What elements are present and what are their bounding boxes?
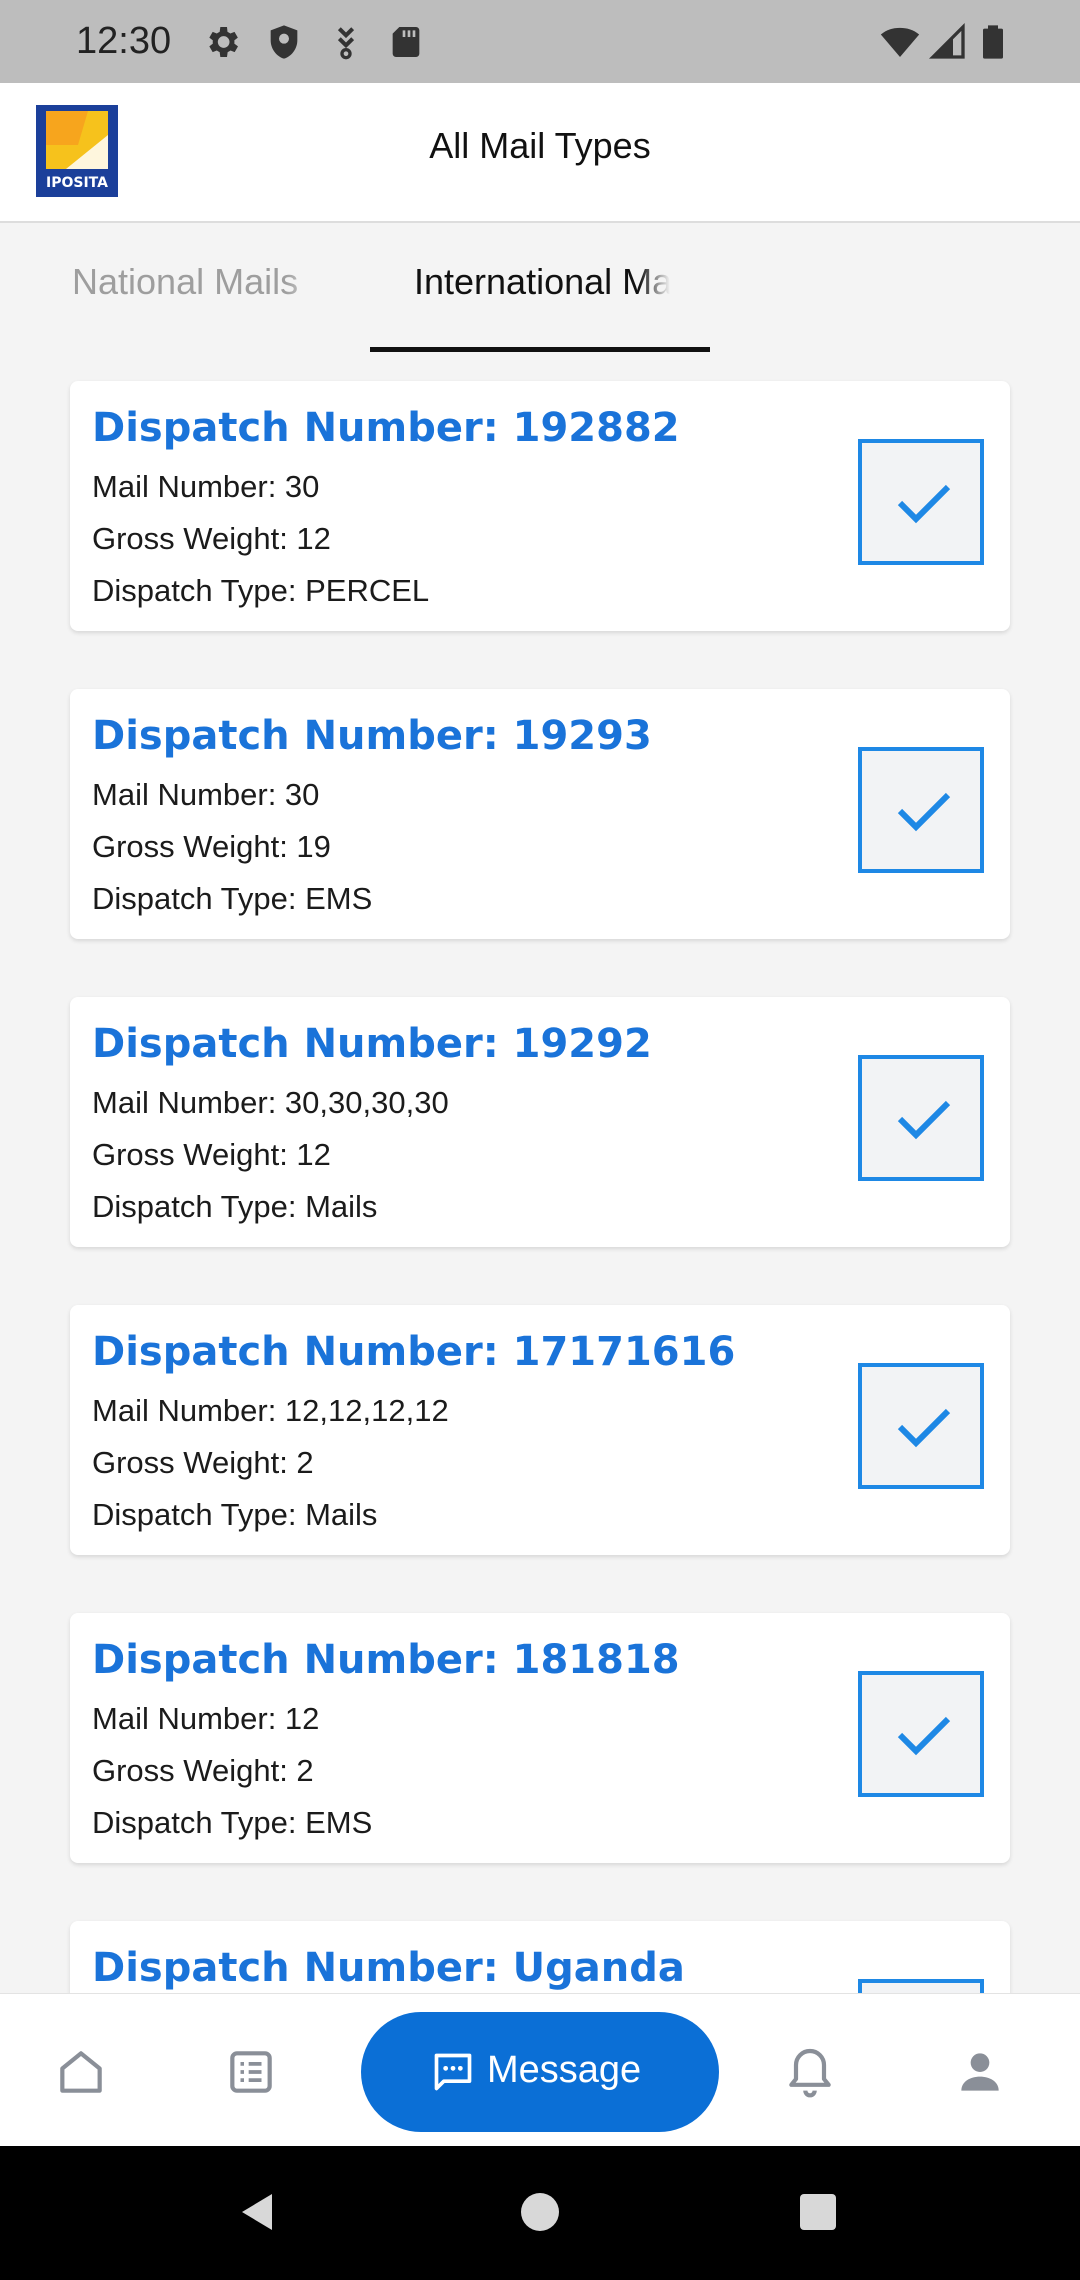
system-navigation-bar [0, 2146, 1080, 2280]
check-icon [897, 1100, 951, 1140]
signal-icon [928, 22, 968, 62]
gross-weight: Gross Weight: 2 [92, 1753, 314, 1788]
bell-icon[interactable] [782, 2044, 838, 2100]
dispatch-title: Dispatch Number: 181818 [92, 1637, 680, 1683]
mail-number: Mail Number: 12,12,12,12 [92, 1393, 449, 1428]
mail-number: Mail Number: 30,30,30,30 [92, 1085, 449, 1120]
wifi-icon [880, 22, 920, 62]
tab-bar: National Mails International Mails [0, 223, 1080, 353]
mail-number: Mail Number: 12 [92, 1701, 320, 1736]
dispatch-checkbox[interactable] [858, 1055, 984, 1181]
dispatch-title: Dispatch Number: 192882 [92, 405, 680, 451]
recents-icon[interactable] [794, 2188, 842, 2236]
home-circle-icon[interactable] [516, 2188, 564, 2236]
battery-icon [973, 22, 1013, 62]
check-icon [897, 1408, 951, 1448]
message-label: Message [487, 2049, 642, 2091]
message-button[interactable]: Message [361, 2012, 719, 2132]
sd-card-icon [386, 22, 426, 62]
check-icon [897, 484, 951, 524]
dispatch-title: Dispatch Number: 19292 [92, 1021, 652, 1067]
dispatch-list[interactable]: Dispatch Number: 192882 Mail Number: 30 … [0, 353, 1080, 1993]
tab-national-mails[interactable]: National Mails [72, 261, 324, 303]
dispatch-card[interactable]: Dispatch Number: Uganda [70, 1921, 1010, 1993]
dispatch-checkbox[interactable] [858, 747, 984, 873]
dispatch-checkbox[interactable] [858, 439, 984, 565]
check-icon [897, 792, 951, 832]
check-icon [897, 1716, 951, 1756]
gross-weight: Gross Weight: 12 [92, 521, 331, 556]
dispatch-checkbox[interactable] [858, 1363, 984, 1489]
mail-number: Mail Number: 30 [92, 777, 320, 812]
page-title: All Mail Types [429, 125, 651, 166]
dispatch-type: Dispatch Type: EMS [92, 1805, 373, 1840]
status-time: 12:30 [76, 20, 172, 62]
gross-weight: Gross Weight: 2 [92, 1445, 314, 1480]
tab-international-mails[interactable]: International Mails [414, 261, 670, 303]
dispatch-title: Dispatch Number: Uganda [92, 1945, 685, 1991]
message-icon [431, 2050, 475, 2094]
dispatch-title: Dispatch Number: 19293 [92, 713, 652, 759]
app-bar: IPOSITA All Mail Types [0, 83, 1080, 223]
dispatch-checkbox[interactable] [858, 1671, 984, 1797]
home-icon[interactable] [53, 2044, 109, 2100]
shield-icon [264, 22, 304, 62]
gear-icon [202, 22, 242, 62]
mail-number: Mail Number: 30 [92, 469, 320, 504]
download-icon [326, 22, 366, 62]
dispatch-card[interactable]: Dispatch Number: 17171616 Mail Number: 1… [70, 1305, 1010, 1555]
list-icon[interactable] [223, 2044, 279, 2100]
bottom-navigation: Message [0, 1993, 1080, 2147]
dispatch-card[interactable]: Dispatch Number: 19292 Mail Number: 30,3… [70, 997, 1010, 1247]
back-icon[interactable] [234, 2188, 282, 2236]
dispatch-title: Dispatch Number: 17171616 [92, 1329, 736, 1375]
gross-weight: Gross Weight: 19 [92, 829, 331, 864]
dispatch-card[interactable]: Dispatch Number: 19293 Mail Number: 30 G… [70, 689, 1010, 939]
dispatch-checkbox[interactable] [858, 1979, 984, 1993]
dispatch-type: Dispatch Type: Mails [92, 1497, 378, 1532]
gross-weight: Gross Weight: 12 [92, 1137, 331, 1172]
dispatch-card[interactable]: Dispatch Number: 192882 Mail Number: 30 … [70, 381, 1010, 631]
tab-indicator [370, 347, 710, 352]
status-bar: 12:30 [0, 0, 1080, 83]
svg-text:IPOSITA: IPOSITA [46, 175, 108, 191]
dispatch-card[interactable]: Dispatch Number: 181818 Mail Number: 12 … [70, 1613, 1010, 1863]
dispatch-type: Dispatch Type: Mails [92, 1189, 378, 1224]
person-icon[interactable] [952, 2044, 1008, 2100]
dispatch-type: Dispatch Type: PERCEL [92, 573, 430, 608]
dispatch-type: Dispatch Type: EMS [92, 881, 373, 916]
